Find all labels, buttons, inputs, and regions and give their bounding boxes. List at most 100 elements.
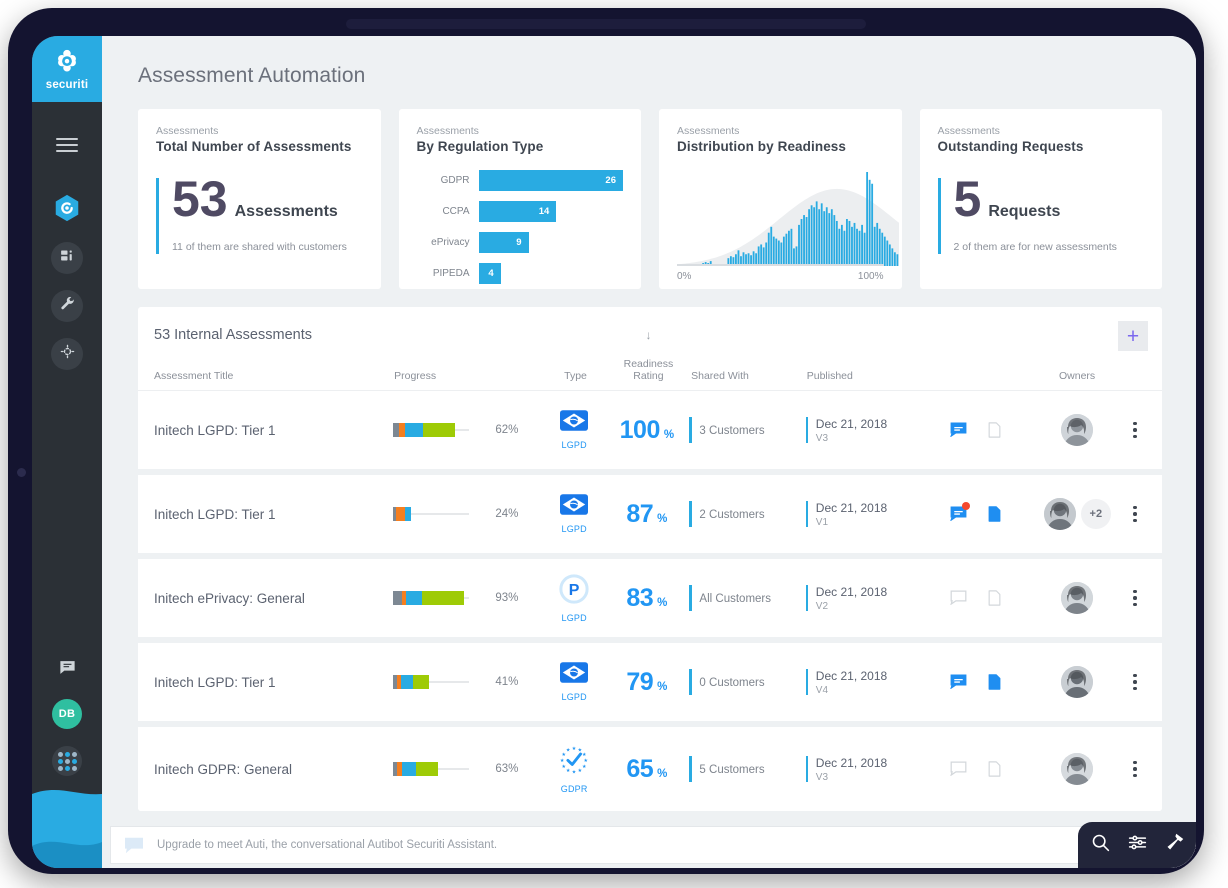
assessment-title[interactable]: Initech LGPD: Tier 1: [154, 675, 393, 690]
bar-category-label: CCPA: [417, 206, 479, 217]
progress-segment: [406, 591, 422, 605]
attachment-icon[interactable]: [988, 422, 1004, 438]
card-eyebrow: Assessments: [417, 125, 624, 137]
metric-value: 53: [172, 176, 228, 224]
bar-fill[interactable]: 26: [479, 170, 624, 191]
avatar[interactable]: [1061, 666, 1093, 698]
column-header-readiness[interactable]: ↓ Readiness Rating: [606, 358, 691, 382]
published-version: V3: [816, 772, 942, 783]
histogram-bar: [846, 219, 848, 266]
hamburger-icon[interactable]: [56, 138, 78, 152]
bar-category-label: ePrivacy: [417, 237, 479, 248]
kebab-menu-icon[interactable]: [1120, 590, 1150, 607]
table-row[interactable]: Initech ePrivacy: General93%PLGPD83%All …: [138, 559, 1162, 643]
bar-track: 14: [479, 201, 624, 222]
shared-with-cell: 3 Customers: [689, 421, 805, 439]
column-header-published[interactable]: Published: [807, 370, 942, 382]
comment-icon[interactable]: [950, 506, 966, 522]
attachment-icon[interactable]: [988, 506, 1004, 522]
assistant-prompt-bar[interactable]: Upgrade to meet Auti, the conversational…: [110, 826, 1196, 864]
chat-icon[interactable]: [58, 658, 77, 682]
column-header-owners[interactable]: Owners: [1034, 370, 1119, 382]
type-label: LGPD: [562, 440, 587, 450]
kebab-menu-icon[interactable]: [1120, 761, 1150, 778]
sliders-filter-icon[interactable]: [1127, 832, 1148, 858]
type-cell[interactable]: LGPD: [544, 662, 604, 702]
comment-icon[interactable]: [950, 761, 966, 777]
assessment-title[interactable]: Initech LGPD: Tier 1: [154, 507, 393, 522]
owners-overflow-badge[interactable]: +2: [1081, 499, 1111, 529]
owners-cell: [1035, 582, 1120, 614]
histogram-bar: [836, 221, 838, 266]
comment-icon[interactable]: [950, 590, 966, 606]
avatar[interactable]: [1061, 582, 1093, 614]
sidebar-item-settings[interactable]: [51, 338, 83, 370]
sort-descending-icon: ↓: [645, 328, 651, 342]
card-metric: 5Requests 2 of them are for new assessme…: [938, 176, 1145, 253]
readiness-rating-cell: 87%: [604, 500, 689, 529]
attachment-icon[interactable]: [988, 590, 1004, 606]
bar-track: 9: [479, 232, 624, 253]
avatar[interactable]: [1061, 414, 1093, 446]
assessment-title[interactable]: Initech GDPR: General: [154, 762, 393, 777]
type-cell[interactable]: LGPD: [544, 410, 604, 450]
progress-bar: [393, 591, 469, 605]
readiness-value: 100: [620, 416, 660, 444]
histogram-svg: [677, 172, 899, 266]
kebab-menu-icon[interactable]: [1120, 422, 1150, 439]
apps-grid-icon[interactable]: [52, 746, 82, 776]
avatar[interactable]: [1061, 753, 1093, 785]
column-header-shared[interactable]: Shared With: [691, 370, 807, 382]
row-icons: [942, 506, 1035, 522]
histogram-bar: [783, 237, 785, 266]
bottom-bar: Upgrade to meet Auti, the conversational…: [102, 822, 1196, 868]
column-header-progress[interactable]: Progress: [394, 370, 545, 382]
column-header-type[interactable]: Type: [545, 370, 605, 382]
table-row[interactable]: Initech LGPD: Tier 141%LGPD79%0 Customer…: [138, 643, 1162, 727]
sidebar-item-dashboard[interactable]: [51, 242, 83, 274]
table-row[interactable]: Initech LGPD: Tier 124%LGPD87%2 Customer…: [138, 475, 1162, 559]
histogram-axis: [677, 264, 884, 266]
app-logo-label: securiti: [46, 79, 89, 91]
assessment-title[interactable]: Initech ePrivacy: General: [154, 591, 393, 606]
published-cell: Dec 21, 2018V2: [806, 585, 942, 612]
comment-icon[interactable]: [950, 422, 966, 438]
chat-bubble-icon: [123, 836, 145, 854]
bar-fill[interactable]: 4: [479, 263, 501, 284]
histogram-bar: [871, 184, 873, 266]
bar-fill[interactable]: 14: [479, 201, 557, 222]
securiti-flower-logo-icon: [52, 48, 82, 78]
type-cell[interactable]: PLGPD: [544, 574, 604, 623]
user-avatar-db[interactable]: DB: [52, 699, 82, 729]
assessment-title[interactable]: Initech LGPD: Tier 1: [154, 423, 393, 438]
comment-icon[interactable]: [950, 674, 966, 690]
attachment-icon[interactable]: [988, 761, 1004, 777]
sidebar-item-tools[interactable]: [51, 290, 83, 322]
histogram-bar: [818, 209, 820, 266]
readiness-rating-cell: 100%: [604, 416, 689, 445]
main-content: Assessment Automation Assessments Total …: [102, 36, 1196, 868]
hammer-icon[interactable]: [1164, 832, 1185, 858]
search-icon[interactable]: [1090, 832, 1111, 858]
add-assessment-button[interactable]: +: [1118, 321, 1148, 351]
app-screen: securiti: [32, 36, 1196, 868]
histogram-bar: [838, 229, 840, 266]
app-logo[interactable]: securiti: [32, 36, 102, 102]
kebab-menu-icon[interactable]: [1120, 506, 1150, 523]
eprivacy-p-icon: P: [559, 574, 589, 609]
table-row[interactable]: Initech GDPR: General63%★★★★★★★★★★★★GDPR…: [138, 727, 1162, 811]
table-row[interactable]: Initech LGPD: Tier 162%LGPD100%3 Custome…: [138, 391, 1162, 475]
sidebar-item-privacy[interactable]: [51, 194, 83, 226]
bar-fill[interactable]: 9: [479, 232, 529, 253]
kebab-menu-icon[interactable]: [1120, 674, 1150, 691]
type-cell[interactable]: ★★★★★★★★★★★★GDPR: [544, 745, 604, 794]
histogram-bar: [854, 223, 856, 266]
avatar[interactable]: [1044, 498, 1076, 530]
readiness-unit: %: [657, 681, 667, 693]
column-header-title[interactable]: Assessment Title: [154, 370, 394, 382]
svg-text:★: ★: [578, 768, 583, 774]
card-eyebrow: Assessments: [938, 125, 1145, 137]
type-cell[interactable]: LGPD: [544, 494, 604, 534]
attachment-icon[interactable]: [988, 674, 1004, 690]
page-title: Assessment Automation: [102, 36, 1196, 88]
